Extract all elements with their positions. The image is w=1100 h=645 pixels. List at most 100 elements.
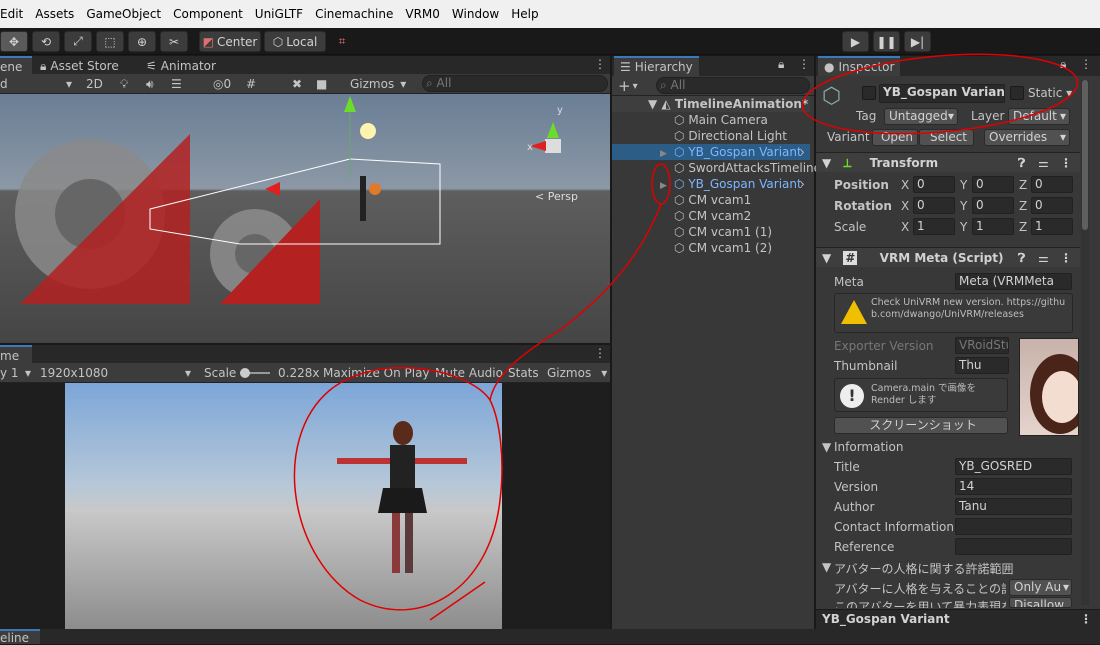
menu-assets[interactable]: Assets	[29, 7, 80, 21]
transform-y-field[interactable]: 0	[972, 197, 1014, 214]
scale-tool-button[interactable]: ⤢	[64, 31, 92, 52]
hierarchy-item[interactable]: ⬡ Directional Light	[612, 128, 810, 144]
layer-dropdown[interactable]: Default ▾	[1008, 108, 1070, 125]
game-menu-icon[interactable]: ⋮	[594, 346, 606, 360]
axis-x-label[interactable]: X	[901, 178, 909, 192]
inspector-scrollbar-thumb[interactable]	[1082, 80, 1088, 230]
2d-toggle[interactable]: 2D	[86, 75, 103, 93]
component-menu-icon[interactable]: ⋮	[1060, 248, 1072, 268]
menu-gameobject[interactable]: GameObject	[80, 7, 167, 21]
lighting-icon[interactable]: 💡︎	[120, 75, 128, 93]
transform-x-field[interactable]: 0	[913, 176, 955, 193]
tab-hierarchy[interactable]: ☰ Hierarchy	[614, 56, 699, 76]
inspector-menu-icon[interactable]: ⋮	[1080, 57, 1092, 71]
resolution-dropdown[interactable]: 1920x1080 ▾	[40, 364, 195, 382]
axis-z-label[interactable]: Z	[1019, 220, 1027, 234]
perm1-dropdown[interactable]: Only Au ▾	[1009, 579, 1072, 596]
hierarchy-search-input[interactable]: ⌕ All	[656, 77, 810, 94]
hierarchy-item[interactable]: ▶ ⬡ YB_Gospan Variant ›	[612, 144, 810, 160]
help-icon[interactable]: ❓︎	[1018, 153, 1025, 173]
permission-foldout[interactable]: ▼ アバターの人格に関する許諾範囲	[816, 560, 1080, 576]
custom-tool-button[interactable]: ✂	[160, 31, 188, 52]
tag-dropdown[interactable]: Untagged ▾	[884, 108, 958, 125]
tools-overlay-icon[interactable]: ✖	[292, 75, 302, 93]
axis-y-label[interactable]: Y	[960, 178, 967, 192]
meta-object-field[interactable]: Meta (VRMMeta	[955, 273, 1072, 290]
component-menu-icon[interactable]: ⋮	[1060, 153, 1072, 173]
hierarchy-add-button[interactable]: + ▾	[618, 77, 638, 95]
hierarchy-item[interactable]: ⬡ CM vcam1	[612, 192, 810, 208]
info-field-input[interactable]: 14	[955, 478, 1072, 495]
info-field-input[interactable]: YB_GOSRED	[955, 458, 1072, 475]
tab-game[interactable]: me	[0, 345, 32, 365]
axis-x-label[interactable]: X	[901, 220, 909, 234]
settings-sliders-icon[interactable]: ⚌	[1038, 248, 1049, 268]
active-checkbox[interactable]	[862, 86, 876, 100]
scene-menu-icon[interactable]: ⋮	[594, 57, 606, 71]
step-button[interactable]: ▶|	[904, 31, 931, 52]
menu-help[interactable]: Help	[505, 7, 544, 21]
game-viewport[interactable]	[0, 383, 610, 629]
select-prefab-button[interactable]: Select	[919, 129, 974, 146]
thumbnail-field[interactable]: Thu	[955, 357, 1009, 374]
grid-snap-button[interactable]: ⌗	[330, 31, 354, 52]
transform-y-field[interactable]: 0	[972, 176, 1014, 193]
inspector-lock-icon[interactable]: 🔒︎	[1060, 57, 1066, 72]
pivot-local-button[interactable]: ⬡ Local	[264, 31, 326, 52]
scene-root-row[interactable]: ▼ ◭ TimelineAnimation*	[612, 96, 810, 112]
axis-y-label[interactable]: Y	[960, 220, 967, 234]
hierarchy-item[interactable]: ⬡ Main Camera	[612, 112, 810, 128]
play-button[interactable]: ▶	[842, 31, 869, 52]
chevron-right-icon[interactable]: ›	[800, 144, 805, 160]
scene-search-input[interactable]: ⌕ All	[422, 75, 608, 92]
axis-x-label[interactable]: X	[901, 199, 909, 213]
rect-tool-button[interactable]: ⬚	[96, 31, 124, 52]
transform-z-field[interactable]: 1	[1031, 218, 1073, 235]
audio-icon[interactable]: 🔊︎	[146, 75, 154, 93]
overrides-dropdown[interactable]: Overrides ▾	[984, 129, 1070, 146]
menu-uniGLTF[interactable]: UniGLTF	[249, 7, 309, 21]
axis-z-label[interactable]: Z	[1019, 178, 1027, 192]
tab-animator[interactable]: ⚟ Animator	[140, 56, 222, 76]
pivot-center-button[interactable]: ◩ Center	[199, 31, 261, 52]
chevron-right-icon[interactable]: ›	[800, 176, 805, 192]
display-dropdown[interactable]: y 1 ▾	[0, 364, 34, 382]
screenshot-button[interactable]: スクリーンショット	[834, 417, 1008, 434]
transform-x-field[interactable]: 0	[913, 197, 955, 214]
hierarchy-item[interactable]: ▶ ⬡ YB_Gospan Variant ›	[612, 176, 810, 192]
hierarchy-item[interactable]: ⬡ CM vcam1 (1)	[612, 224, 810, 240]
inspector-scrollbar[interactable]	[1081, 80, 1089, 605]
hierarchy-menu-icon[interactable]: ⋮	[798, 57, 810, 71]
axis-z-label[interactable]: Z	[1019, 199, 1027, 213]
menu-edit[interactable]: Edit	[0, 7, 29, 21]
scale-slider[interactable]	[240, 368, 270, 378]
scene-viewport[interactable]: y x < Persp	[0, 94, 610, 343]
transform-z-field[interactable]: 0	[1031, 176, 1073, 193]
open-prefab-button[interactable]: Open	[872, 129, 918, 146]
menu-cinemachine[interactable]: Cinemachine	[309, 7, 399, 21]
menu-vrm0[interactable]: VRM0	[399, 7, 446, 21]
draw-mode-dropdown[interactable]: d ▾	[0, 75, 76, 93]
tab-timeline[interactable]: eline	[0, 629, 40, 645]
menu-window[interactable]: Window	[446, 7, 505, 21]
transform-x-field[interactable]: 1	[913, 218, 955, 235]
static-checkbox[interactable]	[1010, 86, 1024, 100]
pause-button[interactable]: ❚❚	[873, 31, 900, 52]
hierarchy-item[interactable]: ⬡ CM vcam2	[612, 208, 810, 224]
info-field-input[interactable]	[955, 538, 1072, 555]
hierarchy-lock-icon[interactable]: 🔒︎	[778, 57, 784, 72]
transform-header[interactable]: ▼ ⟂ Transform ❓︎ ⚌ ⋮	[816, 152, 1080, 172]
axis-y-label[interactable]: Y	[960, 199, 967, 213]
tab-inspector[interactable]: ● Inspector	[818, 56, 901, 76]
settings-sliders-icon[interactable]: ⚌	[1038, 153, 1049, 173]
footer-menu-icon[interactable]: ⋮	[1080, 610, 1092, 629]
transform-y-field[interactable]: 1	[972, 218, 1014, 235]
scene-gizmos-dropdown[interactable]: Gizmos ▾	[350, 75, 406, 93]
tab-scene[interactable]: ene	[0, 56, 32, 76]
info-field-input[interactable]: Tanu	[955, 498, 1072, 515]
static-dropdown[interactable]: Static ▾	[1028, 86, 1072, 100]
scale-slider-thumb[interactable]	[240, 368, 250, 378]
menu-component[interactable]: Component	[167, 7, 249, 21]
grid-toggle-icon[interactable]: #	[246, 75, 256, 93]
maximize-on-play-toggle[interactable]: Maximize On Play	[323, 364, 430, 382]
